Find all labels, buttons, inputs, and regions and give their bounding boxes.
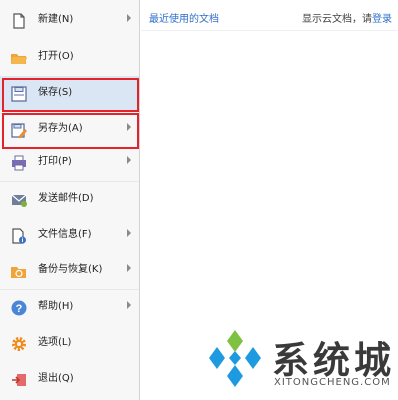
menu-item-send-email[interactable]: 发送邮件(D) bbox=[0, 182, 139, 216]
menu-item-label: 打印(P) bbox=[38, 156, 72, 167]
exit-icon bbox=[12, 374, 26, 386]
watermark-brand-text: 系统城 bbox=[272, 338, 395, 382]
menu-item-new[interactable]: 新建(N) bbox=[0, 3, 139, 37]
watermark-url-text: XITONGCHENG.COM bbox=[274, 377, 391, 388]
help-icon: ? bbox=[11, 300, 27, 316]
recent-documents-header: 最近使用的文档 显示云文档，请登录 bbox=[141, 0, 398, 31]
menu-item-label: 退出(Q) bbox=[38, 373, 74, 384]
file-info-icon bbox=[12, 228, 26, 244]
save-as-highlight-box bbox=[2, 113, 139, 149]
file-menu: 新建(N) 打开(O) 保存(S) 另存为(A) 打印(P) 发送邮件(D) 文… bbox=[0, 0, 140, 400]
svg-text:?: ? bbox=[16, 303, 23, 315]
gear-icon bbox=[12, 337, 26, 351]
cloud-docs-prefix: 显示云文档，请 bbox=[302, 14, 372, 25]
submenu-arrow-icon bbox=[127, 14, 131, 22]
menu-item-options[interactable]: 选项(L) bbox=[0, 326, 139, 360]
cloud-docs-hint: 显示云文档，请登录 bbox=[302, 10, 392, 25]
menu-item-label: 打开(O) bbox=[38, 51, 74, 62]
print-icon bbox=[12, 155, 26, 171]
login-link[interactable]: 登录 bbox=[372, 14, 392, 25]
menu-item-file-info[interactable]: 文件信息(F) bbox=[0, 218, 139, 252]
menu-item-label: 文件信息(F) bbox=[38, 229, 92, 240]
menu-item-print[interactable]: 打印(P) bbox=[0, 145, 139, 179]
menu-item-exit[interactable]: 退出(Q) bbox=[0, 362, 139, 396]
menu-item-label: 发送邮件(D) bbox=[38, 193, 94, 204]
submenu-arrow-icon bbox=[127, 264, 131, 272]
menu-item-help[interactable]: ? 帮助(H) bbox=[0, 290, 139, 324]
submenu-arrow-icon bbox=[127, 229, 131, 237]
new-file-icon bbox=[13, 13, 25, 29]
recent-documents-title: 最近使用的文档 bbox=[149, 14, 219, 25]
menu-item-label: 备份与恢复(K) bbox=[38, 264, 103, 275]
open-folder-icon bbox=[11, 54, 27, 64]
backup-icon bbox=[11, 267, 26, 278]
menu-item-backup-restore[interactable]: 备份与恢复(K) bbox=[0, 253, 139, 287]
menu-item-label: 选项(L) bbox=[38, 337, 72, 348]
save-highlight-box bbox=[2, 78, 139, 112]
menu-item-label: 新建(N) bbox=[38, 14, 74, 25]
email-icon bbox=[11, 194, 27, 207]
submenu-arrow-icon bbox=[127, 301, 131, 309]
menu-item-label: 帮助(H) bbox=[38, 301, 74, 312]
menu-item-open[interactable]: 打开(O) bbox=[0, 40, 139, 74]
submenu-arrow-icon bbox=[127, 156, 131, 164]
